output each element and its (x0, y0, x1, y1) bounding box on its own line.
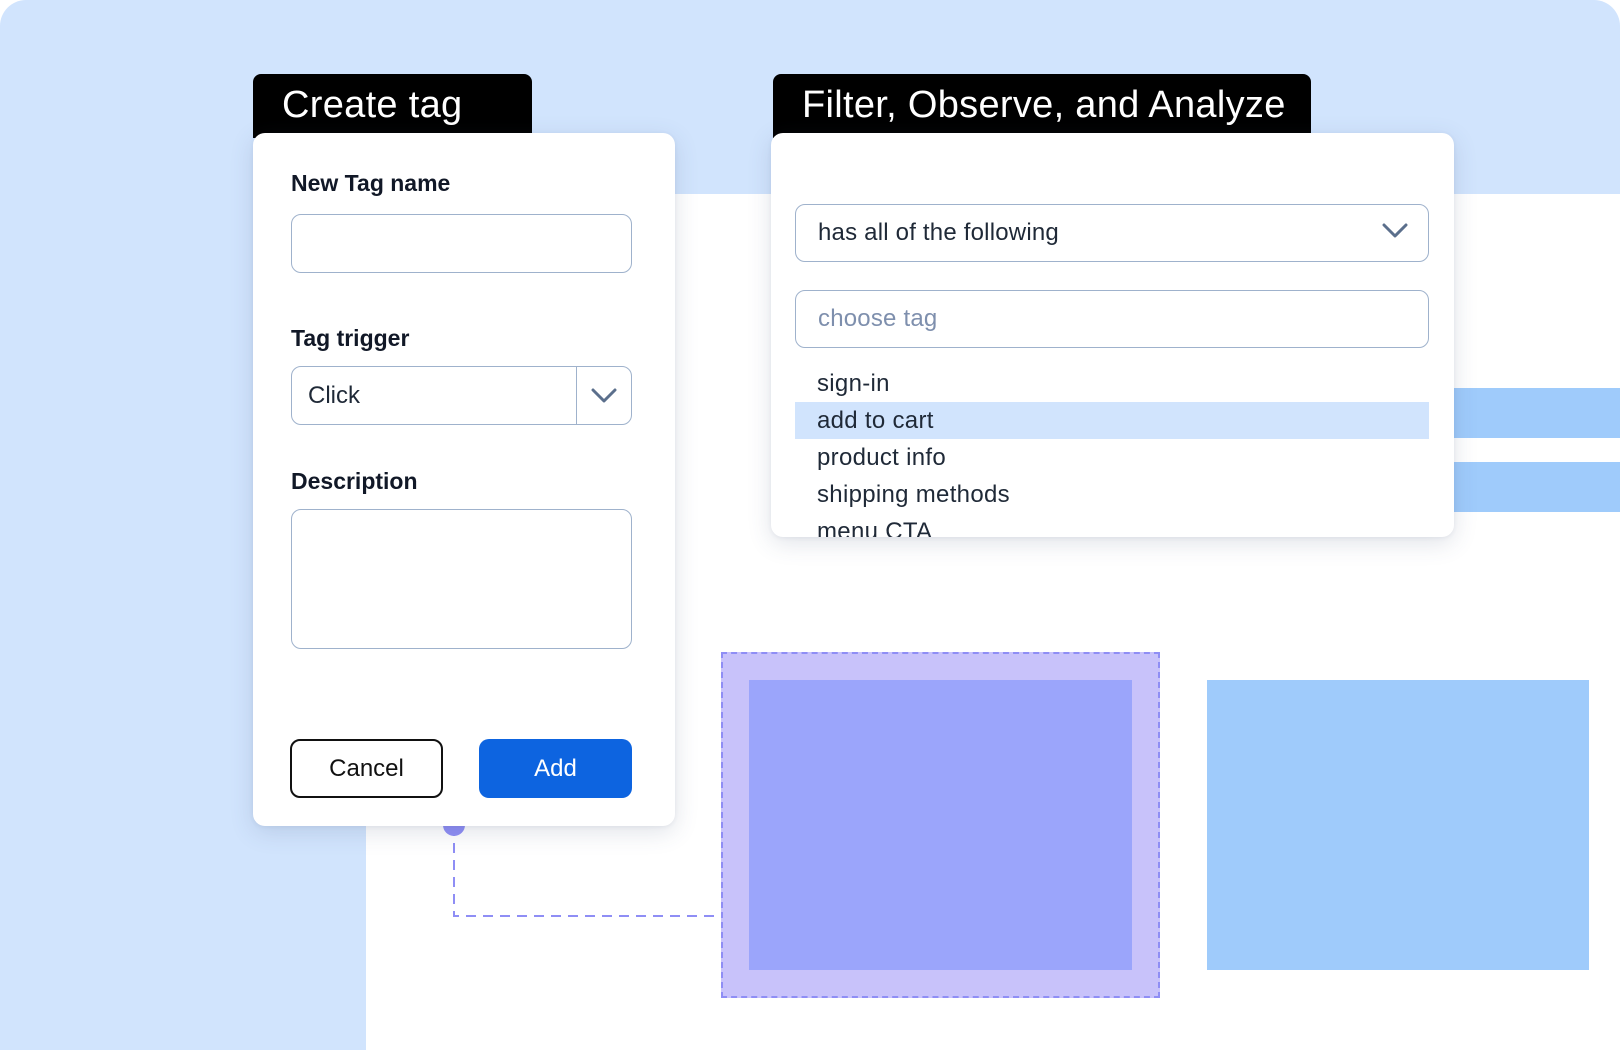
tag-option[interactable]: product info (795, 439, 1429, 476)
condition-select[interactable]: has all of the following (795, 204, 1429, 262)
tag-options-list: sign-in add to cart product info shippin… (795, 365, 1429, 537)
chevron-down-icon[interactable] (1382, 223, 1408, 244)
create-tag-dialog: New Tag name Tag trigger Click Descripti… (253, 133, 675, 826)
tag-trigger-label: Tag trigger (291, 325, 410, 351)
tag-trigger-value: Click (308, 381, 360, 409)
cancel-button[interactable]: Cancel (290, 739, 443, 798)
tag-trigger-select[interactable]: Click (291, 366, 632, 425)
chevron-down-icon[interactable] (577, 367, 631, 424)
tag-search-field[interactable] (795, 290, 1429, 348)
condition-value: has all of the following (818, 219, 1059, 246)
tag-option-selected[interactable]: add to cart (795, 402, 1429, 439)
illustration-stage: Create tag New Tag name Tag trigger Clic… (0, 0, 1620, 1050)
description-textarea[interactable] (291, 509, 632, 649)
filter-panel-title: Filter, Observe, and Analyze (773, 74, 1311, 138)
tag-option[interactable]: sign-in (795, 365, 1429, 402)
tag-option[interactable]: shipping methods (795, 476, 1429, 513)
create-tag-title: Create tag (253, 74, 532, 138)
add-button[interactable]: Add (479, 739, 632, 798)
filter-panel: has all of the following sign-in add to … (771, 133, 1454, 537)
description-label: Description (291, 468, 418, 494)
tag-search-input[interactable] (818, 305, 1428, 333)
tag-name-label: New Tag name (291, 170, 451, 196)
tag-option[interactable]: menu CTA (795, 513, 1429, 537)
tag-name-input[interactable] (291, 214, 632, 273)
